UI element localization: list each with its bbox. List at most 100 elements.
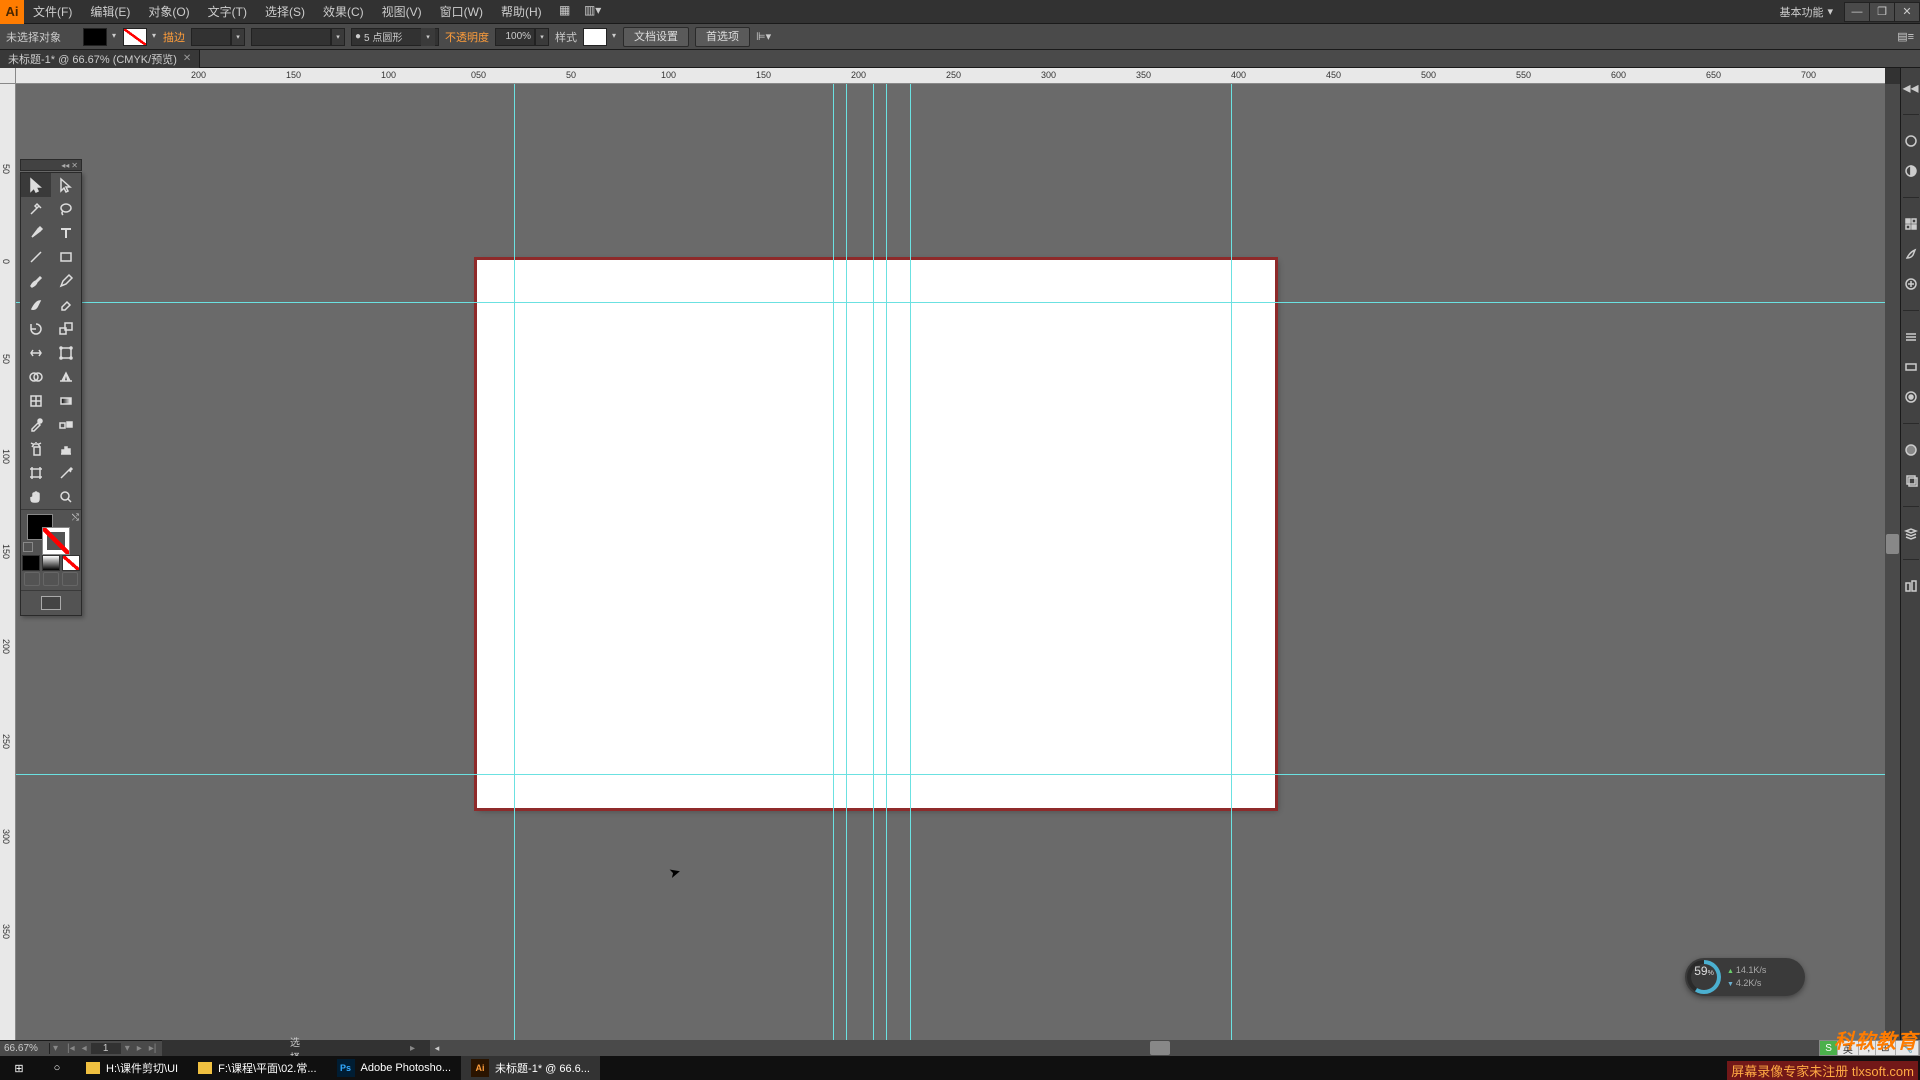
paintbrush-tool[interactable] — [21, 269, 51, 293]
maximize-button[interactable]: ❐ — [1869, 2, 1895, 22]
lasso-tool[interactable] — [51, 197, 81, 221]
performance-widget[interactable]: 59% 14.1K/s 4.2K/s — [1685, 958, 1805, 996]
guide-vertical[interactable] — [886, 84, 887, 1040]
stroke-swatch[interactable] — [123, 28, 147, 46]
draw-normal[interactable] — [24, 572, 40, 586]
control-menu-icon[interactable]: ▤≡ — [1897, 30, 1914, 43]
toolbox[interactable]: ◂◂✕ ⤭ — [20, 172, 82, 616]
bridge-icon[interactable]: ▦ — [553, 0, 577, 20]
rotate-tool[interactable] — [21, 317, 51, 341]
close-tab-icon[interactable]: ✕ — [183, 53, 191, 64]
column-graph-tool[interactable] — [51, 437, 81, 461]
brush-def-dropdown[interactable]: ▾ — [421, 28, 435, 46]
opacity-label[interactable]: 不透明度 — [445, 29, 489, 45]
menu-help[interactable]: 帮助(H) — [492, 0, 551, 24]
swatches-panel-icon[interactable] — [1903, 216, 1919, 232]
expand-dock-icon[interactable]: ◂◂ — [1903, 80, 1919, 96]
ruler-vertical[interactable]: 50 0 50 100 150 200 250 300 350 — [0, 84, 16, 1040]
color-mode-gradient[interactable] — [42, 555, 60, 571]
workspace-switcher[interactable]: 基本功能▾ — [1773, 4, 1839, 20]
menu-object[interactable]: 对象(O) — [139, 0, 198, 24]
align-button[interactable]: ⊫▾ — [756, 30, 771, 43]
brush-def-input[interactable] — [361, 28, 421, 46]
brushes-panel-icon[interactable] — [1903, 246, 1919, 262]
direct-selection-tool[interactable] — [51, 173, 81, 197]
arrange-docs-icon[interactable]: ▥▾ — [581, 0, 605, 20]
eyedropper-tool[interactable] — [21, 413, 51, 437]
mesh-tool[interactable] — [21, 389, 51, 413]
guide-horizontal[interactable] — [16, 302, 1885, 303]
stroke-weight-input[interactable] — [191, 28, 231, 46]
symbol-sprayer-tool[interactable] — [21, 437, 51, 461]
stroke-label[interactable]: 描边 — [163, 29, 185, 45]
scrollbar-thumb[interactable] — [1150, 1041, 1170, 1055]
blend-tool[interactable] — [51, 413, 81, 437]
gradient-panel-icon[interactable] — [1903, 359, 1919, 375]
doc-setup-button[interactable]: 文档设置 — [623, 27, 689, 47]
rectangle-tool[interactable] — [51, 245, 81, 269]
menu-view[interactable]: 视图(V) — [373, 0, 431, 24]
canvas[interactable]: ➤ — [16, 84, 1885, 1040]
search-button[interactable]: ○ — [38, 1056, 76, 1080]
taskbar-item[interactable]: F:\课程\平面\02.常... — [188, 1056, 326, 1080]
fill-swatch[interactable] — [83, 28, 107, 46]
graphic-styles-panel-icon[interactable] — [1903, 472, 1919, 488]
style-swatch[interactable] — [583, 28, 607, 46]
guide-vertical[interactable] — [833, 84, 834, 1040]
fill-stroke-control[interactable]: ⤭ — [21, 510, 81, 554]
taskbar-item[interactable]: PsAdobe Photosho... — [327, 1056, 462, 1080]
scroll-left-icon[interactable]: ◂ — [430, 1041, 444, 1055]
stroke-panel-icon[interactable] — [1903, 329, 1919, 345]
selection-tool[interactable] — [21, 173, 51, 197]
color-panel-icon[interactable] — [1903, 133, 1919, 149]
scale-tool[interactable] — [51, 317, 81, 341]
menu-window[interactable]: 窗口(W) — [431, 0, 492, 24]
width-tool[interactable] — [21, 341, 51, 365]
scrollbar-vertical[interactable] — [1885, 84, 1900, 1040]
scrollbar-thumb[interactable] — [1886, 534, 1899, 554]
document-tab[interactable]: 未标题-1* @ 66.67% (CMYK/预览)✕ — [0, 50, 200, 68]
default-fill-stroke-icon[interactable] — [23, 542, 33, 552]
artboard-tool[interactable] — [21, 461, 51, 485]
menu-type[interactable]: 文字(T) — [199, 0, 256, 24]
opacity-dropdown[interactable]: ▾ — [535, 28, 549, 46]
color-mode-none[interactable] — [62, 555, 80, 571]
pen-tool[interactable] — [21, 221, 51, 245]
swap-fill-stroke-icon[interactable]: ⤭ — [72, 512, 79, 523]
hand-tool[interactable] — [21, 485, 51, 509]
menu-effect[interactable]: 效果(C) — [314, 0, 373, 24]
stroke-color[interactable] — [43, 528, 69, 554]
draw-behind[interactable] — [43, 572, 59, 586]
artboard[interactable] — [476, 259, 1276, 809]
panel-header[interactable]: ◂◂✕ — [20, 159, 82, 171]
menu-file[interactable]: 文件(F) — [24, 0, 81, 24]
artboard-nav[interactable]: |◂◂ 1 ▾▸▸| — [61, 1043, 162, 1054]
magic-wand-tool[interactable] — [21, 197, 51, 221]
free-transform-tool[interactable] — [51, 341, 81, 365]
type-tool[interactable] — [51, 221, 81, 245]
layers-panel-icon[interactable] — [1903, 525, 1919, 541]
guide-horizontal[interactable] — [16, 774, 1885, 775]
blob-brush-tool[interactable] — [21, 293, 51, 317]
ruler-origin[interactable] — [0, 68, 16, 84]
menu-edit[interactable]: 编辑(E) — [81, 0, 139, 24]
opacity-input[interactable] — [495, 28, 535, 46]
draw-inside[interactable] — [62, 572, 78, 586]
stroke-weight-dropdown[interactable]: ▾ — [231, 28, 245, 46]
start-button[interactable]: ⊞ — [0, 1056, 38, 1080]
align-panel-icon[interactable] — [1903, 578, 1919, 594]
menu-select[interactable]: 选择(S) — [256, 0, 314, 24]
screen-mode[interactable] — [21, 591, 81, 615]
profile-dropdown-arrow[interactable]: ▾ — [331, 28, 345, 46]
guide-vertical[interactable] — [1231, 84, 1232, 1040]
taskbar-item[interactable]: H:\课件剪切\UI — [76, 1056, 188, 1080]
guide-vertical[interactable] — [846, 84, 847, 1040]
appearance-panel-icon[interactable] — [1903, 442, 1919, 458]
line-tool[interactable] — [21, 245, 51, 269]
close-button[interactable]: ✕ — [1894, 2, 1920, 22]
minimize-button[interactable]: — — [1844, 2, 1870, 22]
eraser-tool[interactable] — [51, 293, 81, 317]
scrollbar-horizontal[interactable]: ◂ ▸ — [430, 1040, 1885, 1056]
color-mode-solid[interactable] — [22, 555, 40, 571]
color-guide-panel-icon[interactable] — [1903, 163, 1919, 179]
